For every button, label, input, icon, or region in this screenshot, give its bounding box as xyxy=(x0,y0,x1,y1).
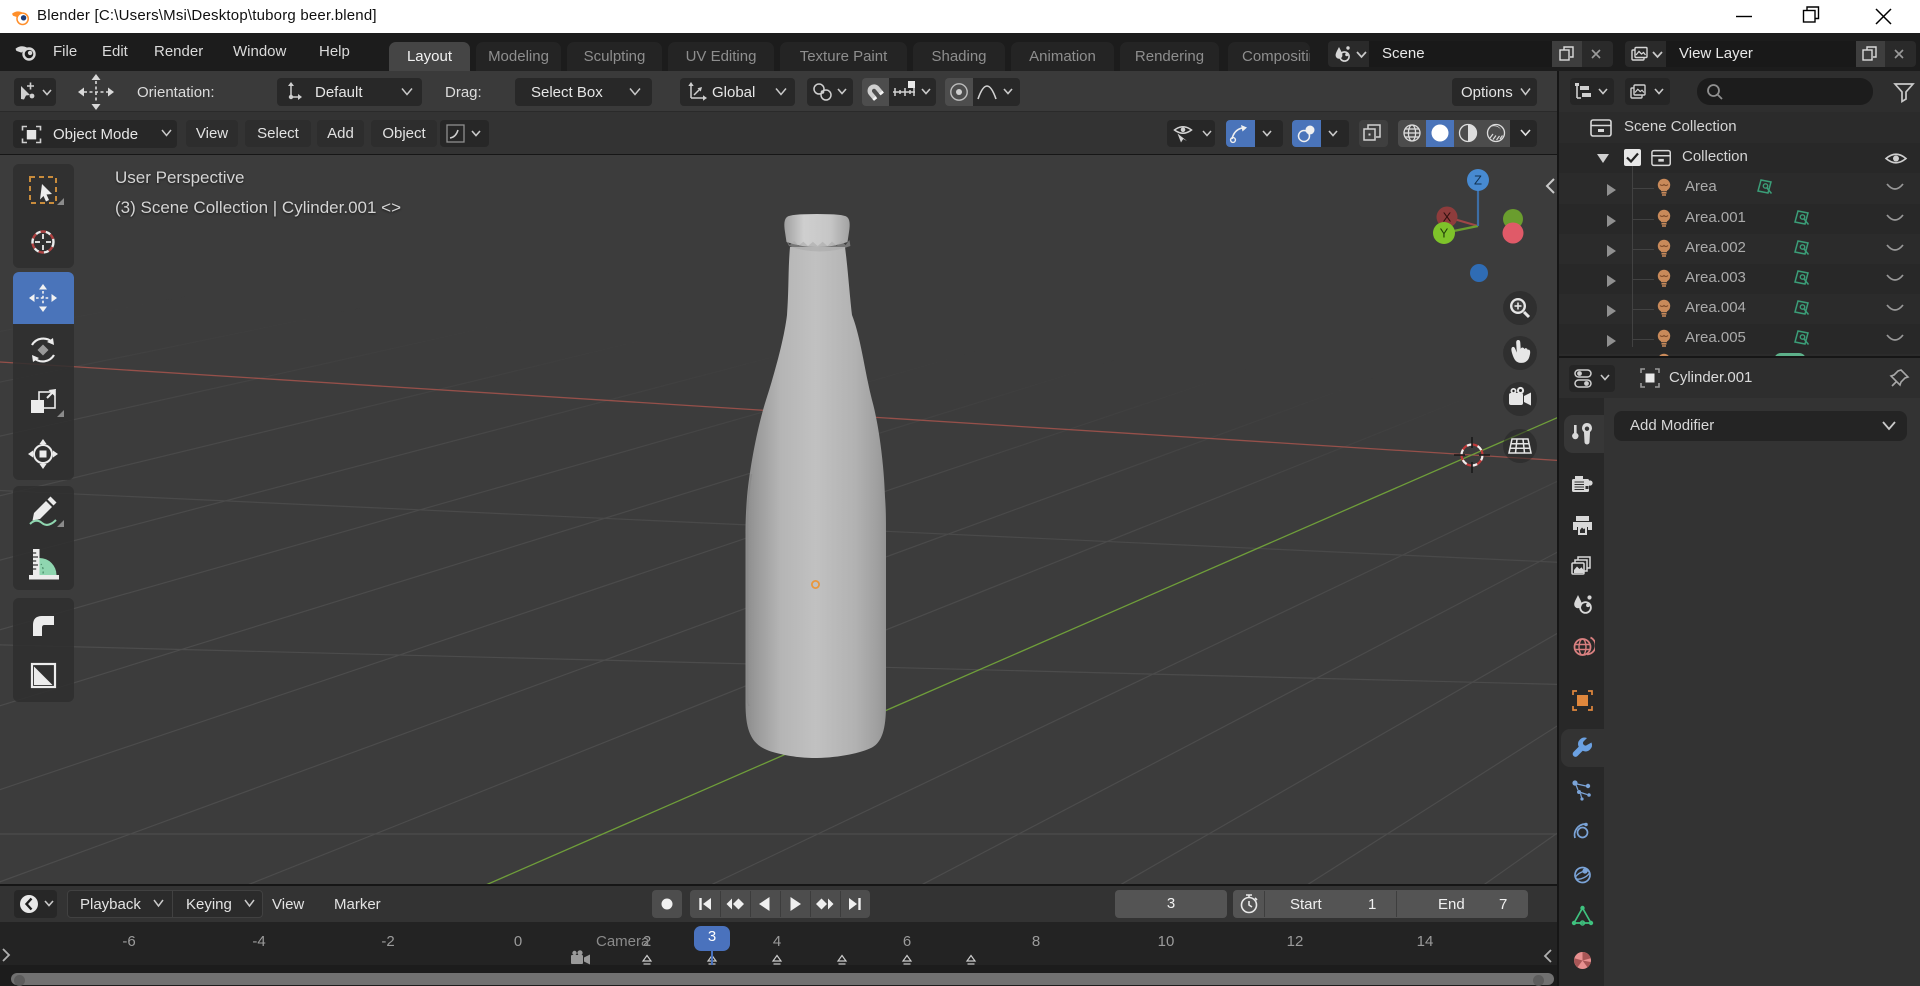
svg-text:Z: Z xyxy=(1474,173,1482,188)
svg-text:Y: Y xyxy=(1440,226,1449,241)
